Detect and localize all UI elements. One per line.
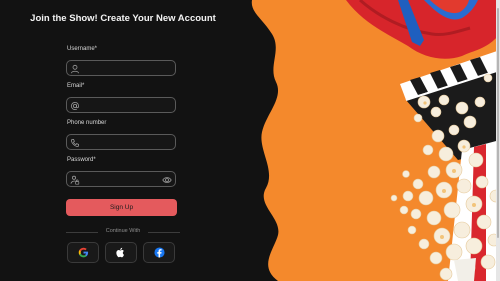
facebook-icon bbox=[153, 247, 165, 258]
eye-icon[interactable] bbox=[162, 175, 172, 185]
email-label: Email* bbox=[67, 83, 85, 89]
continue-with-label: Continue With bbox=[105, 228, 141, 234]
phone-icon bbox=[70, 138, 80, 148]
apple-icon bbox=[116, 247, 124, 258]
username-label: Username* bbox=[67, 46, 98, 52]
signup-panel: Join the Show! Create Your New Account U… bbox=[0, 0, 250, 281]
phone-field[interactable] bbox=[66, 134, 176, 150]
hero-image bbox=[248, 0, 500, 281]
username-field[interactable] bbox=[66, 60, 176, 76]
user-icon bbox=[71, 64, 79, 74]
password-label: Password* bbox=[67, 157, 96, 163]
scrollbar[interactable] bbox=[496, 0, 500, 281]
apple-button[interactable] bbox=[105, 242, 137, 263]
google-button[interactable] bbox=[67, 242, 99, 263]
phone-label: Phone number bbox=[67, 120, 107, 126]
password-field[interactable] bbox=[66, 171, 176, 187]
at-sign-icon bbox=[71, 102, 80, 110]
divider-right bbox=[148, 232, 180, 233]
facebook-button[interactable] bbox=[143, 242, 175, 263]
lock-user-icon bbox=[70, 175, 80, 185]
scrollbar-thumb[interactable] bbox=[497, 8, 499, 238]
popcorn-movie-illustration bbox=[248, 0, 500, 281]
sign-up-button[interactable]: Sign Up bbox=[66, 199, 177, 216]
email-field[interactable] bbox=[66, 97, 176, 113]
page-title: Join the Show! Create Your New Account bbox=[30, 13, 216, 24]
google-icon bbox=[78, 247, 88, 258]
